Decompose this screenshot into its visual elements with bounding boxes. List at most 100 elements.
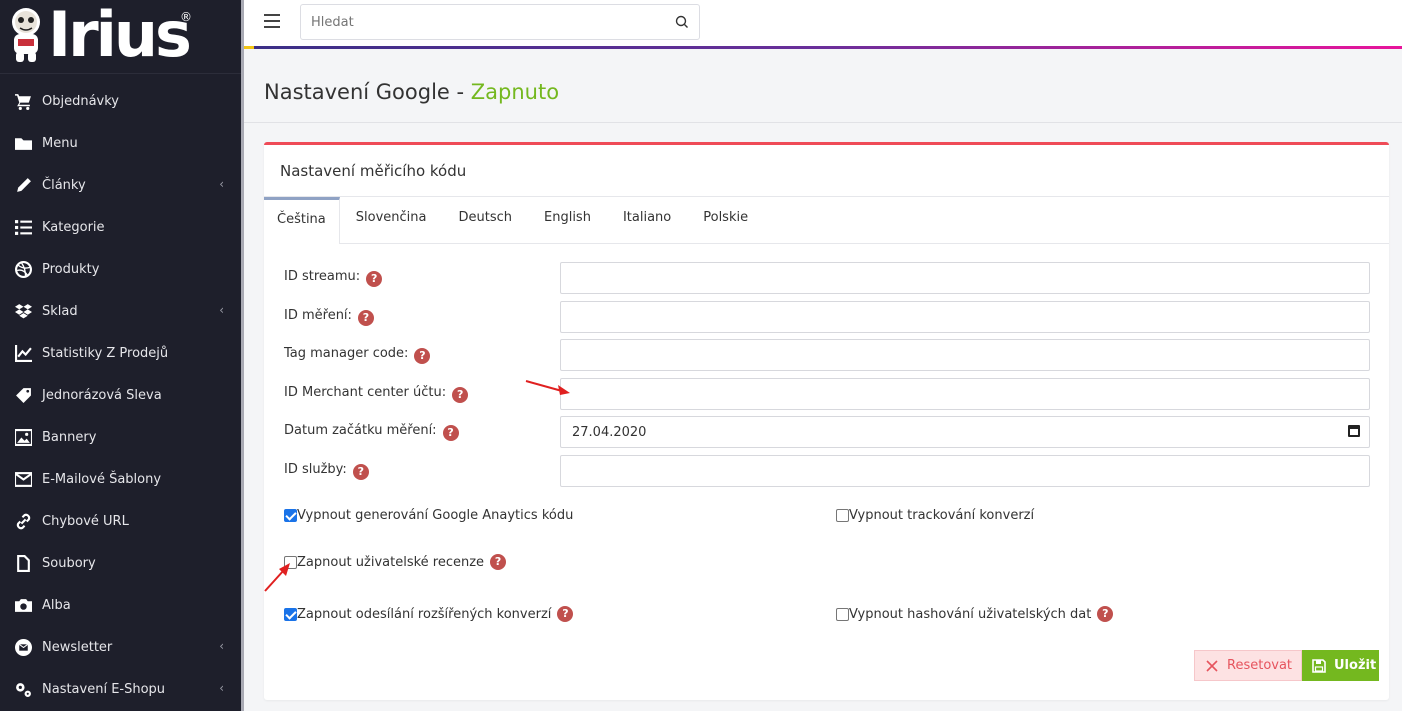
sidebar-item-label: Články [42,177,86,193]
form-row-start-date: Datum začátku měření:? [284,416,1370,448]
search-input[interactable] [301,5,661,39]
reset-button[interactable]: Resetovat [1194,650,1302,681]
stream-id-input[interactable] [560,262,1370,294]
help-icon[interactable]: ? [414,348,431,364]
language-tabs: Čeština Slovenčina Deutsch English Itali… [264,197,1389,244]
sidebar-item-label: Sklad [42,303,78,319]
tag-manager-input[interactable] [560,339,1370,371]
sidebar-item-label: Objednávky [42,93,120,109]
topbar-gradient-divider [244,46,1402,49]
merchant-center-input[interactable] [560,378,1370,410]
brand-wordmark: Irius [48,0,192,71]
sidebar-item-sklad[interactable]: Sklad ‹ [0,290,244,332]
sidebar-item-statistiky[interactable]: Statistiky Z Prodejů [0,332,244,374]
file-icon [14,554,32,572]
help-icon[interactable]: ? [366,271,383,287]
envelope-icon [14,470,32,488]
calendar-icon[interactable] [1348,425,1360,437]
checkbox[interactable] [284,509,297,522]
page-title-text: Nastavení Google - [264,80,471,104]
measurement-id-input[interactable] [560,301,1370,333]
form-row-merchant-id: ID Merchant center účtu:? [284,378,1370,410]
astronaut-mascot-icon [12,8,40,62]
sidebar-item-label: Alba [42,597,71,613]
chevron-left-icon: ‹ [219,177,224,191]
help-icon[interactable]: ? [1097,606,1114,622]
cart-icon [14,92,32,110]
sidebar-item-sablony[interactable]: E-Mailové Šablony [0,458,244,500]
list-icon [14,218,32,236]
help-icon[interactable]: ? [442,425,459,441]
field-label: ID Merchant center účtu:? [284,385,469,403]
tab-italiano[interactable]: Italiano [607,197,687,243]
help-icon[interactable]: ? [357,310,374,326]
sidebar-item-label: Chybové URL [42,513,129,529]
divider [244,122,1402,123]
help-icon[interactable]: ? [490,554,507,570]
link-icon [14,512,32,530]
floppy-disk-icon [1312,658,1326,673]
brand-logo[interactable]: Irius ® [0,0,244,74]
sidebar-item-label: Statistiky Z Prodejů [42,345,169,361]
sidebar-nav: Objednávky Menu Články ‹ Kategorie Produ… [0,74,244,710]
tab-polskie[interactable]: Polskie [687,197,764,243]
sidebar-item-label: Soubory [42,555,96,571]
settings-form: ID streamu:? ID měření:? Tag manager cod… [264,244,1389,684]
field-label: Datum začátku měření:? [284,423,459,441]
close-icon [1206,659,1218,672]
checkbox[interactable] [836,607,849,621]
sidebar-item-produkty[interactable]: Produkty [0,248,244,290]
form-row-service-id: ID služby:? [284,455,1370,487]
page-status: Zapnuto [470,80,560,104]
checkbox-enhanced-conversions: Zapnout odesílání rozšířených konverzí? [284,606,574,622]
chevron-left-icon: ‹ [219,681,224,695]
tab-cestina[interactable]: Čeština [264,197,340,244]
chevron-left-icon: ‹ [219,639,224,653]
checkbox[interactable] [284,607,297,621]
pencil-icon [14,176,32,194]
sidebar-item-bannery[interactable]: Bannery [0,416,244,458]
checkbox-disable-conversion-tracking: Vypnout trackování konverzí [836,508,1034,523]
sidebar-item-alba[interactable]: Alba [0,584,244,626]
sidebar-item-objednavky[interactable]: Objednávky [0,80,244,122]
chart-icon [14,344,32,362]
help-icon[interactable]: ? [452,387,469,403]
checkbox-disable-hashing: Vypnout hashování uživatelských dat? [836,606,1114,622]
sidebar-item-label: Nastavení E-Shopu [42,681,166,697]
sidebar-item-newsletter[interactable]: Newsletter ‹ [0,626,244,668]
sidebar-item-clanky[interactable]: Články ‹ [0,164,244,206]
form-row-measurement-id: ID měření:? [284,301,1370,333]
tag-icon [14,386,32,404]
sidebar-item-label: Kategorie [42,219,105,235]
sidebar-item-soubory[interactable]: Soubory [0,542,244,584]
annotation-arrow-reviews [264,563,290,592]
help-icon[interactable]: ? [352,464,369,480]
sidebar-item-menu[interactable]: Menu [0,122,244,164]
sidebar-item-label: Newsletter [42,639,113,655]
service-id-input[interactable] [560,455,1370,487]
tab-slovencina[interactable]: Slovenčina [340,197,443,243]
sidebar-item-chybove-url[interactable]: Chybové URL [0,500,244,542]
dropbox-icon [14,302,32,320]
sidebar-item-label: E-Mailové Šablony [42,471,162,487]
tab-deutsch[interactable]: Deutsch [442,197,528,243]
save-button[interactable]: Uložit [1302,650,1379,681]
envelope-circle-icon [14,638,32,656]
annotation-arrow-merchant [525,380,570,395]
sidebar-item-label: Produkty [42,261,100,277]
sidebar-item-sleva[interactable]: Jednorázová Sleva [0,374,244,416]
tab-english[interactable]: English [528,197,607,243]
dribbble-icon [14,260,32,278]
sidebar-item-label: Bannery [42,429,97,445]
help-icon[interactable]: ? [557,606,574,622]
gears-icon [14,680,32,698]
search-icon[interactable] [675,15,689,29]
sidebar-item-nastaveni-eshopu[interactable]: Nastavení E-Shopu ‹ [0,668,244,710]
sidebar-item-kategorie[interactable]: Kategorie [0,206,244,248]
checkbox[interactable] [836,509,849,522]
hamburger-menu-icon[interactable] [264,14,280,28]
sidebar-item-label: Menu [42,135,78,151]
start-date-input[interactable] [560,416,1370,448]
topbar [244,0,1402,46]
sidebar: Irius ® Objednávky Menu Články ‹ Kategor… [0,0,244,711]
